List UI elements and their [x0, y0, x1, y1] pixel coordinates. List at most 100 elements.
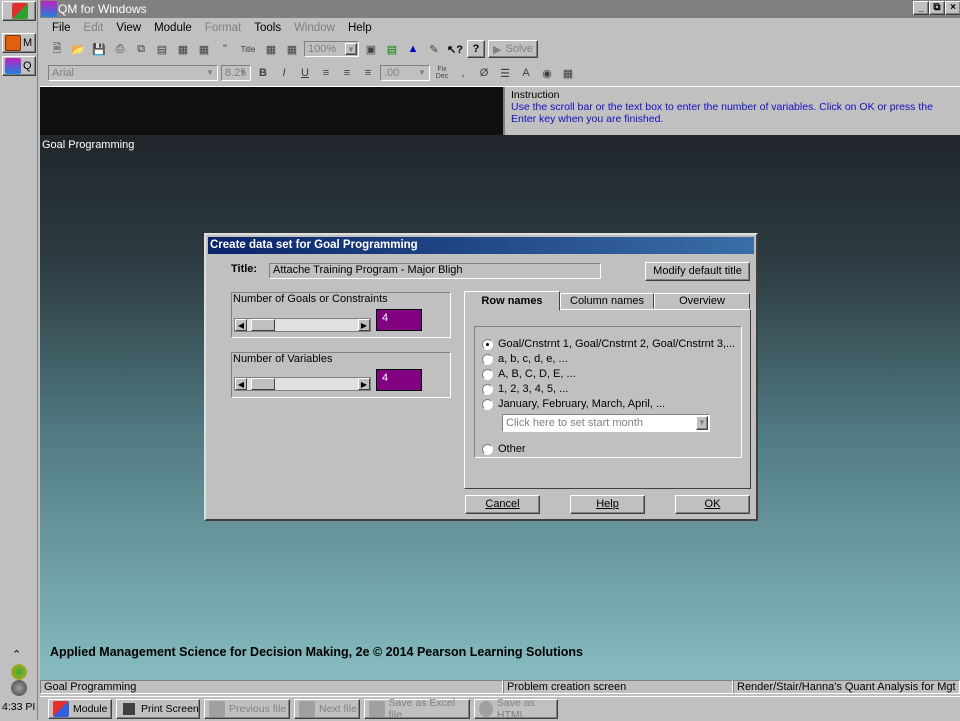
tab-overview[interactable]: Overview — [654, 293, 750, 309]
menu-file[interactable]: File — [52, 22, 71, 34]
radio[interactable] — [482, 383, 493, 395]
help-button[interactable]: Help — [570, 495, 645, 514]
insert-row-icon[interactable]: ▦ — [262, 40, 280, 58]
variables-value[interactable]: 4 — [376, 369, 422, 391]
toolbar-format: Arial ▼ 8.25 ▼ B I U ≡ ≡ ≡ .00 ▼ Fix Dec , Ø… — [48, 62, 953, 84]
chart-icon[interactable]: ▤ — [383, 40, 401, 58]
option-goal-cnstrnt[interactable]: Goal/Cnstrnt 1, Goal/Cnstrnt 2, Goal/Cns… — [482, 338, 735, 350]
zoom-select[interactable]: 100% ▼ — [304, 41, 359, 57]
normal-curve-icon[interactable]: ▲ — [404, 40, 422, 58]
scroll-thumb[interactable] — [251, 378, 275, 390]
edit-icon[interactable]: ✎ — [425, 40, 443, 58]
align-right-icon[interactable]: ≡ — [359, 64, 377, 82]
context-help-icon[interactable]: ↖? — [446, 40, 464, 58]
columns-icon[interactable]: ☰ — [496, 64, 514, 82]
minimize-icon[interactable]: _ — [913, 1, 929, 15]
ok-button[interactable]: OK — [675, 495, 750, 514]
help-icon[interactable]: ? — [467, 40, 485, 58]
option-other[interactable]: Other — [482, 443, 526, 455]
align-left-icon[interactable]: ≡ — [317, 64, 335, 82]
fix-dec-icon[interactable]: Fix Dec — [433, 64, 451, 82]
menu-view[interactable]: View — [116, 22, 141, 34]
arrow-right-icon[interactable]: ▶ — [358, 319, 370, 331]
excel-icon — [369, 701, 385, 717]
font-size-select[interactable]: 8.25 ▼ — [221, 65, 251, 81]
solve-button[interactable]: ▶ Solve — [488, 40, 538, 58]
quote-icon[interactable]: " — [216, 40, 234, 58]
radio[interactable] — [482, 368, 493, 380]
previous-file-button[interactable]: Previous file — [204, 699, 290, 719]
menu-module[interactable]: Module — [154, 22, 192, 34]
scroll-thumb[interactable] — [251, 319, 275, 331]
status-book: Render/Stair/Hanna's Quant Analysis for … — [733, 680, 960, 694]
goals-scrollbar[interactable]: ◀ ▶ — [234, 318, 371, 332]
monitor-icon[interactable]: ▣ — [362, 40, 380, 58]
arrow-right-icon[interactable]: ▶ — [358, 378, 370, 390]
chevron-down-icon: ▼ — [418, 68, 426, 77]
start-month-select[interactable]: Click here to set start month ▼ — [502, 414, 710, 432]
network-icon[interactable] — [11, 664, 27, 680]
module-button[interactable]: Module — [48, 699, 112, 719]
dialog-title: Create data set for Goal Programming — [208, 237, 754, 254]
print-screen-button[interactable]: Print Screen — [116, 699, 200, 719]
option-numbers[interactable]: 1, 2, 3, 4, 5, ... — [482, 383, 568, 395]
close-icon[interactable]: × — [945, 1, 960, 15]
variables-scrollbar[interactable]: ◀ ▶ — [234, 377, 371, 391]
title-input[interactable]: Attache Training Program - Major Bligh — [269, 263, 601, 279]
option-uppercase[interactable]: A, B, C, D, E, ... — [482, 368, 576, 380]
paste-icon[interactable]: ▤ — [153, 40, 171, 58]
start-button[interactable] — [2, 1, 36, 21]
title-icon[interactable]: Title — [237, 40, 259, 58]
fill-color-icon[interactable]: ◉ — [538, 64, 556, 82]
menu-tools[interactable]: Tools — [254, 22, 281, 34]
radio[interactable] — [482, 443, 493, 455]
cancel-button[interactable]: Cancel — [465, 495, 540, 514]
comma-icon[interactable]: , — [454, 64, 472, 82]
copy-icon[interactable]: ⧉ — [132, 40, 150, 58]
new-file-icon[interactable]: 🗎 — [48, 40, 66, 58]
menu-help[interactable]: Help — [348, 22, 372, 34]
status-screen: Problem creation screen — [503, 680, 733, 694]
insert-col-icon[interactable]: ▦ — [283, 40, 301, 58]
save-icon[interactable]: 💾 — [90, 40, 108, 58]
italic-icon[interactable]: I — [275, 64, 293, 82]
leftbar-item-m[interactable]: M — [2, 33, 36, 53]
border-icon[interactable]: ▦ — [559, 64, 577, 82]
volume-icon[interactable] — [11, 680, 27, 696]
create-data-set-dialog: Create data set for Goal Programming Tit… — [204, 233, 758, 521]
arrow-left-icon[interactable]: ◀ — [235, 319, 247, 331]
option-months[interactable]: January, February, March, April, ... — [482, 398, 665, 410]
arrow-left-icon[interactable]: ◀ — [235, 378, 247, 390]
bold-icon[interactable]: B — [254, 64, 272, 82]
save-excel-button[interactable]: Save as Excel file — [364, 697, 470, 721]
save-html-button[interactable]: Save as HTML — [474, 697, 558, 721]
goals-value[interactable]: 4 — [376, 309, 422, 331]
zero-icon[interactable]: Ø — [475, 64, 493, 82]
radio[interactable] — [482, 353, 493, 365]
modify-default-title-button[interactable]: Modify default title — [645, 262, 750, 281]
decimals-select[interactable]: .00 ▼ — [380, 65, 430, 81]
menu-edit[interactable]: Edit — [84, 22, 104, 34]
tab-row-names[interactable]: Row names — [464, 291, 560, 311]
grid-edit-icon[interactable]: ▦ — [195, 40, 213, 58]
leftbar-item-q[interactable]: Q — [2, 56, 36, 76]
variables-label: Number of Variables — [233, 353, 333, 365]
radio[interactable] — [482, 398, 493, 410]
radio-selected[interactable] — [482, 338, 493, 350]
instruction-text: Use the scroll bar or the text box to en… — [511, 101, 933, 125]
align-center-icon[interactable]: ≡ — [338, 64, 356, 82]
next-file-button[interactable]: Next file — [294, 699, 360, 719]
option-lowercase[interactable]: a, b, c, d, e, ... — [482, 353, 568, 365]
menu-window[interactable]: Window — [294, 22, 335, 34]
chevron-up-icon[interactable]: ⌃ — [12, 648, 21, 661]
open-folder-icon[interactable]: 📂 — [69, 40, 87, 58]
menu-format[interactable]: Format — [205, 22, 241, 34]
restore-icon[interactable]: ⧉ — [929, 1, 945, 15]
app-qm-icon — [5, 58, 21, 74]
print-icon[interactable]: ⎙ — [111, 40, 129, 58]
grid-icon[interactable]: ▦ — [174, 40, 192, 58]
font-color-icon[interactable]: A — [517, 64, 535, 82]
underline-icon[interactable]: U — [296, 64, 314, 82]
font-select[interactable]: Arial ▼ — [48, 65, 218, 81]
tab-column-names[interactable]: Column names — [560, 293, 654, 309]
